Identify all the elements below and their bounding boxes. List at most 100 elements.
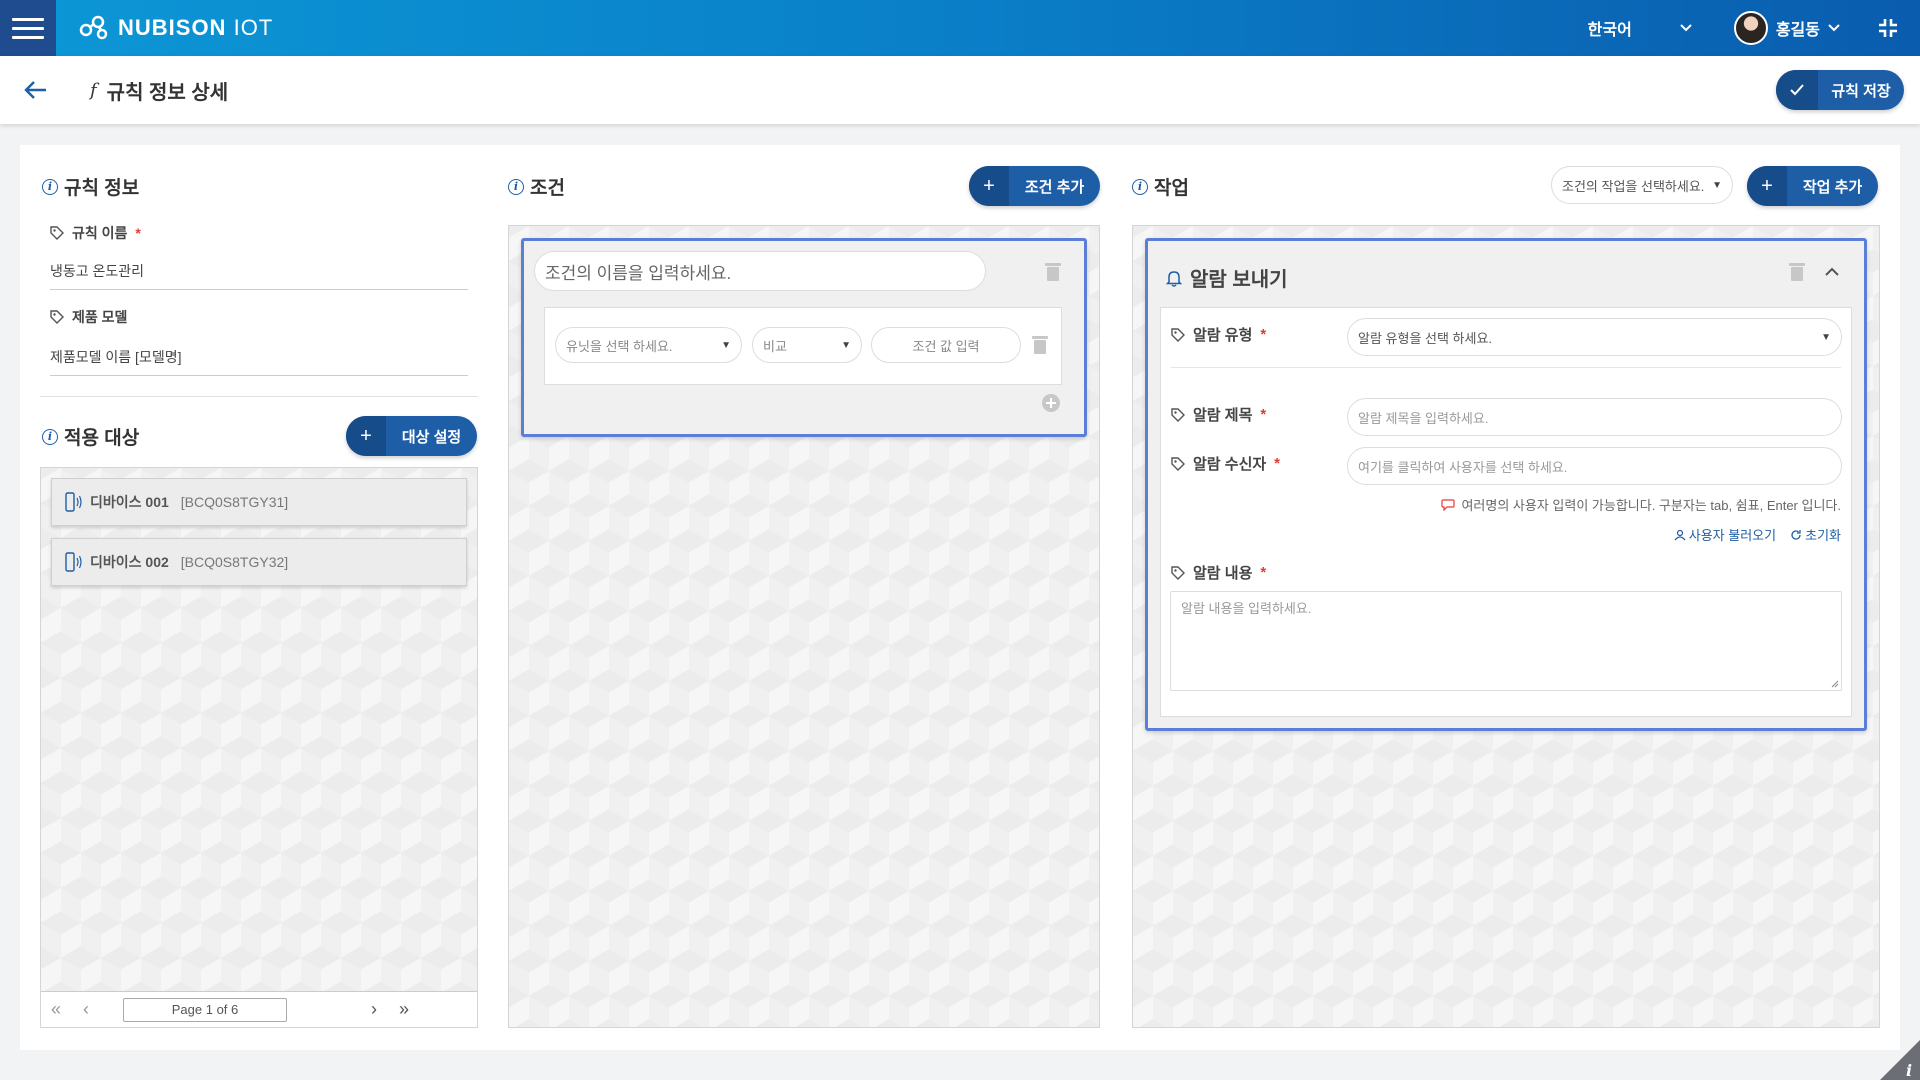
add-action-label: 작업 추가: [1802, 178, 1863, 196]
user-name: 홍길동: [1775, 22, 1820, 39]
user-menu[interactable]: 홍길동: [1733, 11, 1840, 45]
set-target-button[interactable]: + 대상 설정: [346, 416, 477, 456]
product-model-field: 제품모델 이름 [모델명]: [50, 347, 468, 376]
back-button[interactable]: [18, 72, 54, 108]
delete-row-icon[interactable]: [1032, 336, 1048, 354]
tag-icon: [50, 226, 64, 240]
brand-logo[interactable]: NUBISON IOT: [78, 14, 273, 42]
chevron-down-icon: [1828, 24, 1840, 32]
alarm-recipient-label-text: 알람 수신자: [1193, 456, 1267, 473]
caret-down-icon: ▼: [841, 339, 851, 351]
tag-icon: [50, 310, 64, 324]
brand-suffix: IOT: [233, 15, 274, 40]
caret-down-icon: ▼: [721, 339, 731, 351]
pagination: « ‹ Page 1 of 6 › »: [41, 991, 477, 1027]
first-page-icon[interactable]: «: [41, 999, 71, 1020]
compare-select[interactable]: 비교 ▼: [752, 327, 862, 363]
actions-title-text: 작업: [1154, 178, 1189, 199]
actions-title: i 작업: [1132, 173, 1189, 200]
condition-value-input[interactable]: 조건 값 입력: [871, 327, 1021, 363]
page-indicator: Page 1 of 6: [123, 997, 287, 1022]
avatar: [1733, 11, 1768, 45]
info-icon: i: [42, 428, 58, 445]
condition-canvas: 조건의 이름을 입력하세요. 유닛을 선택 하세요. ▼ 비교 ▼ 조건 값 입력: [508, 225, 1100, 1028]
user-add-icon: [1674, 529, 1686, 540]
caret-down-icon: ▼: [1712, 179, 1722, 191]
next-page-icon[interactable]: ›: [359, 999, 389, 1020]
check-icon: [1790, 84, 1804, 96]
arrow-left-icon: [24, 81, 46, 99]
refresh-icon: [1791, 529, 1801, 540]
prev-page-icon[interactable]: ‹: [71, 999, 101, 1020]
last-page-icon[interactable]: »: [389, 999, 419, 1020]
alarm-subject-label: 알람 제목 *: [1171, 404, 1266, 425]
condition-name-input[interactable]: 조건의 이름을 입력하세요.: [534, 251, 986, 291]
sub-header: f 규칙 정보 상세 규칙 저장: [0, 56, 1920, 124]
info-icon: i: [1132, 178, 1148, 195]
alarm-type-label-text: 알람 유형: [1193, 327, 1253, 344]
action-canvas: 알람 보내기 알람 유형 * 알람 유형을 선택 하세요. ▼ 알람 제목 * 알람 …: [1132, 225, 1880, 1028]
reset-link[interactable]: 초기화: [1790, 525, 1841, 544]
list-item[interactable]: 디바이스 002 [BCQ0S8TGY32]: [51, 538, 467, 586]
delete-action-icon[interactable]: [1789, 263, 1805, 281]
targets-title-text: 적용 대상: [64, 428, 140, 449]
unit-select-text: 유닛을 선택 하세요.: [566, 338, 673, 354]
product-model-label: 제품 모델: [50, 307, 127, 327]
plus-icon: +: [1747, 166, 1787, 206]
language-selector[interactable]: 한국어: [1588, 16, 1692, 40]
delete-condition-icon[interactable]: [1045, 263, 1061, 281]
alarm-form: 알람 유형 * 알람 유형을 선택 하세요. ▼ 알람 제목 * 알람 제목을 입력하…: [1160, 307, 1852, 717]
divider: [1171, 367, 1841, 368]
menu-icon[interactable]: [0, 0, 56, 56]
alarm-type-select[interactable]: 알람 유형을 선택 하세요. ▼: [1347, 318, 1842, 356]
recipient-tools: 사용자 불러오기 초기화: [1674, 525, 1841, 544]
brand-logo-icon: [79, 15, 108, 40]
alarm-card-title: 알람 보내기: [1190, 269, 1288, 291]
info-icon: i: [508, 178, 524, 195]
comment-icon: [1441, 498, 1456, 511]
recipient-hint: 여러명의 사용자 입력이 가능합니다. 구분자는 tab, 쉼표, Enter …: [1441, 495, 1841, 514]
alarm-type-label: 알람 유형 *: [1171, 324, 1266, 345]
alarm-content-textarea[interactable]: 알람 내용을 입력하세요.: [1170, 591, 1842, 691]
recipient-hint-text: 여러명의 사용자 입력이 가능합니다. 구분자는 tab, 쉼표, Enter …: [1461, 498, 1841, 513]
save-rule-button[interactable]: 규칙 저장: [1776, 70, 1904, 110]
rule-name-field[interactable]: 냉동고 온도관리: [50, 261, 468, 290]
condition-row: 유닛을 선택 하세요. ▼ 비교 ▼ 조건 값 입력: [544, 307, 1062, 385]
action-select[interactable]: 조건의 작업을 선택하세요. ▼: [1551, 166, 1733, 204]
alarm-type-select-text: 알람 유형을 선택 하세요.: [1358, 330, 1493, 346]
device-name: 디바이스 002: [90, 554, 169, 570]
caret-down-icon: ▼: [1821, 331, 1831, 343]
rule-name-label-text: 규칙 이름: [72, 225, 128, 241]
unit-select[interactable]: 유닛을 선택 하세요. ▼: [555, 327, 742, 363]
svg-text:i: i: [1906, 1061, 1912, 1080]
function-icon: f: [90, 79, 97, 101]
list-item[interactable]: 디바이스 001 [BCQ0S8TGY31]: [51, 478, 467, 526]
brand-name: NUBISON: [118, 15, 227, 40]
info-icon: i: [42, 178, 58, 195]
conditions-title-text: 조건: [530, 178, 565, 199]
action-select-text: 조건의 작업을 선택하세요.: [1562, 178, 1705, 194]
rule-info-title: i 규칙 정보: [42, 173, 139, 200]
compress-icon[interactable]: [1876, 16, 1900, 40]
add-row-icon[interactable]: [1041, 393, 1061, 413]
divider: [40, 396, 478, 397]
alarm-content-label-text: 알람 내용: [1193, 565, 1253, 582]
add-action-button[interactable]: + 작업 추가: [1747, 166, 1878, 206]
load-users-text: 사용자 불러오기: [1688, 528, 1777, 543]
load-users-link[interactable]: 사용자 불러오기: [1674, 525, 1776, 544]
tag-icon: [1171, 565, 1185, 580]
tag-icon: [1171, 327, 1185, 342]
add-condition-button[interactable]: + 조건 추가: [969, 166, 1100, 206]
alarm-content-label: 알람 내용 *: [1171, 562, 1266, 583]
alarm-recipient-input[interactable]: 여기를 클릭하여 사용자를 선택 하세요.: [1347, 447, 1842, 485]
alarm-card-header: 알람 보내기: [1166, 263, 1288, 292]
alarm-subject-input[interactable]: 알람 제목을 입력하세요.: [1347, 398, 1842, 436]
info-corner-icon[interactable]: i: [1880, 1040, 1920, 1080]
language-label: 한국어: [1587, 22, 1632, 39]
main-panel: i 규칙 정보 규칙 이름 * 냉동고 온도관리 제품 모델 제품모델 이름 [모…: [20, 145, 1900, 1050]
chevron-up-icon[interactable]: [1825, 267, 1839, 276]
resize-handle-icon[interactable]: [1831, 680, 1839, 688]
save-rule-label: 규칙 저장: [1831, 82, 1891, 100]
tag-icon: [1171, 407, 1185, 422]
alarm-action-card: 알람 보내기 알람 유형 * 알람 유형을 선택 하세요. ▼ 알람 제목 * 알람 …: [1145, 238, 1867, 731]
